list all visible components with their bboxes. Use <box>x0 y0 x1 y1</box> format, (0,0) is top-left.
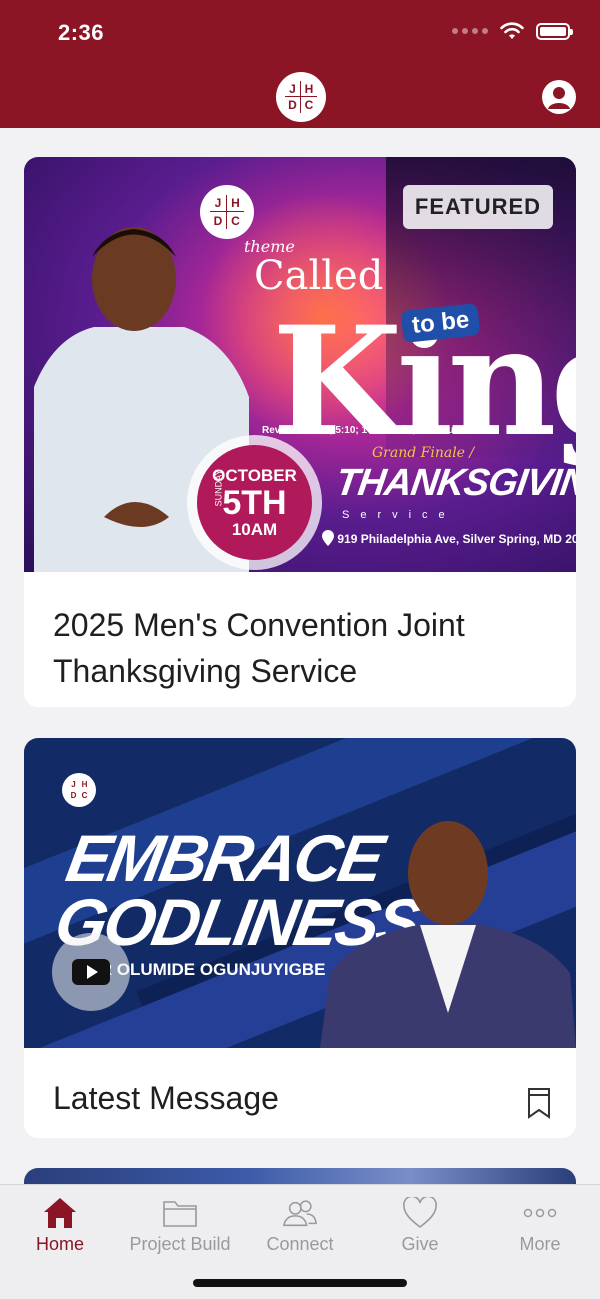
location-pin-icon <box>322 530 334 546</box>
folder-icon <box>163 1201 197 1227</box>
tab-give[interactable]: Give <box>360 1185 480 1265</box>
tab-home[interactable]: Home <box>0 1185 120 1265</box>
featured-card[interactable]: JH DC theme Called King to be Revelation… <box>24 157 576 707</box>
tab-connect[interactable]: Connect <box>240 1185 360 1265</box>
poster-service: Service <box>342 509 456 521</box>
profile-button[interactable] <box>542 80 576 114</box>
people-icon <box>282 1200 317 1227</box>
poster-logo: JH DC <box>62 773 96 807</box>
home-icon <box>44 1198 76 1228</box>
app-header: 2:36 J H D C <box>0 0 600 128</box>
bookmark-icon[interactable] <box>526 1086 552 1120</box>
poster-called: Called <box>254 253 384 299</box>
play-video-button[interactable] <box>52 933 130 1011</box>
more-dots-icon <box>523 1208 557 1218</box>
church-logo[interactable]: J H D C <box>276 72 326 122</box>
user-icon <box>548 87 570 109</box>
poster-finale: Grand Finale / <box>372 445 475 461</box>
featured-poster-image: JH DC theme Called King to be Revelation… <box>24 157 576 572</box>
wifi-icon <box>500 22 524 39</box>
featured-card-title: 2025 Men's Convention Joint Thanksgiving… <box>53 607 465 689</box>
featured-badge: FEATURED <box>403 185 553 229</box>
status-time: 2:36 <box>58 20 105 45</box>
latest-message-card[interactable]: JH DC EMBRACE GODLINESS P R OLUMIDE OGUN… <box>24 738 576 1138</box>
signal-icon <box>452 28 488 34</box>
poster-verses: Revelation 1:6, 5:10; 1 Peter 2:9; 1 Sam… <box>262 425 500 436</box>
poster-thanksgiving: THANKSGIVING <box>333 462 576 504</box>
heart-icon <box>403 1197 437 1229</box>
speaker-photo <box>320 821 576 1048</box>
tab-more[interactable]: More <box>480 1185 600 1265</box>
latest-message-title: Latest Message <box>53 1080 279 1116</box>
home-indicator <box>193 1279 407 1287</box>
battery-icon <box>536 22 573 40</box>
status-icons <box>452 22 573 40</box>
poster-date-badge: SUNDAY OCTOBER 5TH 10AM <box>187 435 322 570</box>
message-poster-image: JH DC EMBRACE GODLINESS P R OLUMIDE OGUN… <box>24 738 576 1048</box>
tab-project-build[interactable]: Project Build <box>120 1185 240 1265</box>
play-icon <box>72 959 110 985</box>
poster-address: 919 Philadelphia Ave, Silver Spring, MD … <box>322 530 576 546</box>
poster-logo: JH DC <box>200 185 254 239</box>
